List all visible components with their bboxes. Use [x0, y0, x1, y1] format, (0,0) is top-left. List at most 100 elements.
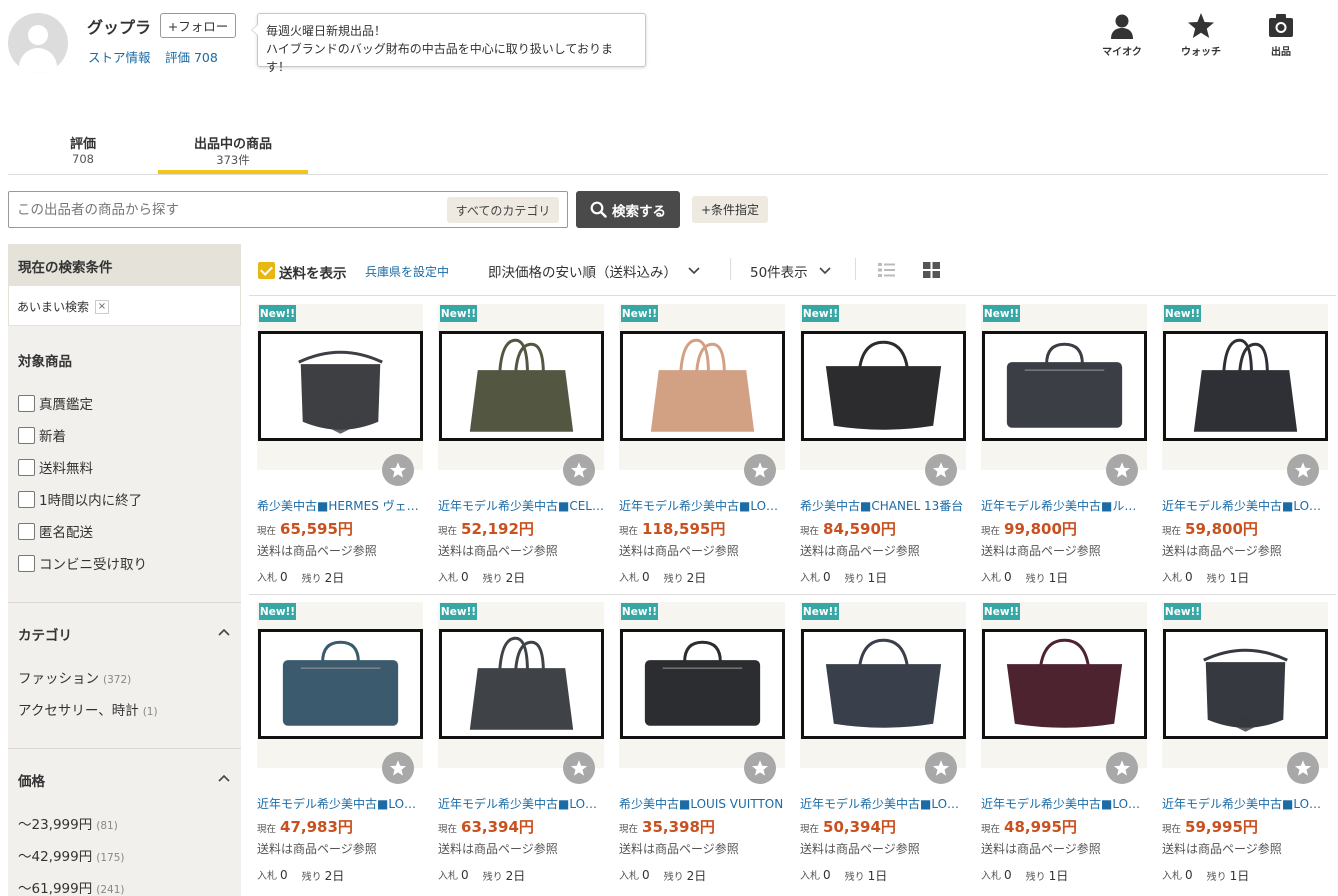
checkbox-box[interactable] — [18, 522, 35, 540]
product-title[interactable]: 近年モデル希少美中古■LOUIS — [438, 795, 604, 812]
watch-star-button[interactable] — [1106, 752, 1138, 784]
watch-star-button[interactable] — [744, 454, 776, 486]
product-card[interactable]: New!! 近年モデル希少美中古■LOUIS 現在 118,595円 送料は商品… — [619, 304, 785, 585]
watch-star-button[interactable] — [563, 454, 595, 486]
product-card[interactable]: New!! 近年モデル希少美中古■ルイヴィトン 現在 99,800円 送料は商品… — [981, 304, 1147, 585]
checkbox-box[interactable] — [18, 554, 35, 572]
product-card[interactable]: New!! 近年モデル希少美中古■CELINE 現在 52,192円 送料は商品… — [438, 304, 604, 585]
prefecture-link[interactable]: 兵庫県を設定中 — [365, 263, 449, 280]
product-image-area[interactable]: New!! — [257, 602, 423, 784]
store-info-link[interactable]: ストア情報 — [88, 47, 151, 66]
checkbox-box[interactable] — [18, 490, 35, 508]
product-title[interactable]: 近年モデル希少美中古■LOUIS — [619, 497, 785, 514]
myauction-nav[interactable]: マイオク — [1092, 12, 1152, 58]
category-link[interactable]: ファッション (372) — [18, 667, 131, 687]
add-condition-button[interactable]: +条件指定 — [692, 196, 768, 223]
search-button[interactable]: 検索する — [576, 191, 680, 228]
filter-checkbox[interactable]: 1時間以内に終了 — [18, 489, 142, 509]
grid-view-icon[interactable] — [923, 262, 940, 278]
product-image-area[interactable]: New!! — [619, 304, 785, 486]
follow-button[interactable]: +フォロー — [160, 13, 236, 38]
filter-checkbox[interactable]: 送料無料 — [18, 457, 93, 477]
checkbox-box[interactable] — [18, 458, 35, 476]
watch-star-button[interactable] — [1287, 752, 1319, 784]
product-card[interactable]: New!! 近年モデル希少美中古■LOUIS 現在 63,394円 送料は商品ペ… — [438, 602, 604, 883]
product-image[interactable] — [439, 629, 604, 739]
product-card[interactable]: New!! 近年モデル希少美中古■LOUIS 現在 47,983円 送料は商品ペ… — [257, 602, 423, 883]
price-link[interactable]: 〜42,999円 (175) — [18, 845, 124, 865]
store-rating-link[interactable]: 評価 708 — [165, 47, 218, 66]
product-image[interactable] — [1163, 331, 1328, 441]
watch-star-button[interactable] — [563, 752, 595, 784]
product-image[interactable] — [439, 331, 604, 441]
product-image[interactable] — [801, 331, 966, 441]
filter-checkbox[interactable]: 真贋鑑定 — [18, 393, 93, 413]
product-image-area[interactable]: New!! — [619, 602, 785, 784]
watch-star-button[interactable] — [925, 752, 957, 784]
watch-star-button[interactable] — [744, 752, 776, 784]
product-image-area[interactable]: New!! — [438, 304, 604, 486]
product-title[interactable]: 近年モデル希少美中古■LOUIS — [257, 795, 423, 812]
product-title[interactable]: 近年モデル希少美中古■LOUIS — [800, 795, 966, 812]
filter-checkbox[interactable]: 新着 — [18, 425, 66, 445]
product-title[interactable]: 近年モデル希少美中古■LOUIS — [981, 795, 1147, 812]
product-title[interactable]: 近年モデル希少美中古■LOUIS — [1162, 497, 1328, 514]
product-image[interactable] — [258, 629, 423, 739]
product-image-area[interactable]: New!! — [1162, 602, 1328, 784]
product-title[interactable]: 希少美中古■CHANEL 13番台 — [800, 497, 966, 514]
checkbox-box[interactable] — [18, 426, 35, 444]
product-card[interactable]: New!! 希少美中古■LOUIS VUITTON 現在 35,398円 送料は… — [619, 602, 785, 883]
show-shipping-label[interactable]: 送料を表示 — [279, 262, 347, 282]
sell-nav[interactable]: 出品 — [1251, 12, 1311, 58]
product-image-area[interactable]: New!! — [800, 602, 966, 784]
watch-nav[interactable]: ウォッチ — [1171, 12, 1231, 58]
watch-star-button[interactable] — [1106, 454, 1138, 486]
tab-rating[interactable]: 評価 708 — [8, 133, 158, 166]
list-view-icon[interactable] — [878, 262, 895, 278]
per-page-select[interactable]: 50件表示 — [750, 261, 832, 281]
product-title[interactable]: 近年モデル希少美中古■ルイヴィトン — [981, 497, 1147, 514]
product-image[interactable] — [982, 331, 1147, 441]
watch-star-button[interactable] — [382, 454, 414, 486]
price-link[interactable]: 〜61,999円 (241) — [18, 877, 124, 896]
product-image[interactable] — [620, 331, 785, 441]
product-image[interactable] — [1163, 629, 1328, 739]
sort-select[interactable]: 即決価格の安い順（送料込み） — [488, 261, 701, 281]
category-select[interactable]: すべてのカテゴリ — [447, 197, 559, 223]
product-image-area[interactable]: New!! — [257, 304, 423, 486]
price-link[interactable]: 〜23,999円 (81) — [18, 813, 118, 833]
product-image[interactable] — [982, 629, 1147, 739]
product-card[interactable]: New!! 近年モデル希少美中古■LOUIS 現在 50,394円 送料は商品ペ… — [800, 602, 966, 883]
product-card[interactable]: New!! 近年モデル希少美中古■LOUIS 現在 48,995円 送料は商品ペ… — [981, 602, 1147, 883]
tab-listings[interactable]: 出品中の商品 373件 — [158, 133, 308, 168]
product-image-area[interactable]: New!! — [981, 602, 1147, 784]
watch-star-button[interactable] — [1287, 454, 1319, 486]
product-image[interactable] — [620, 629, 785, 739]
product-image-area[interactable]: New!! — [800, 304, 966, 486]
watch-star-button[interactable] — [382, 752, 414, 784]
show-shipping-checkbox[interactable] — [258, 262, 275, 279]
filter-checkbox[interactable]: 匿名配送 — [18, 521, 93, 541]
product-image-area[interactable]: New!! — [981, 304, 1147, 486]
remove-condition-icon[interactable]: × — [95, 300, 109, 314]
product-title[interactable]: 近年モデル希少美中古■CELINE — [438, 497, 604, 514]
chevron-up-icon[interactable] — [217, 625, 231, 639]
filter-checkbox[interactable]: コンビニ受け取り — [18, 553, 147, 573]
product-card[interactable]: New!! 近年モデル希少美中古■LOUIS 現在 59,995円 送料は商品ペ… — [1162, 602, 1328, 883]
product-title[interactable]: 希少美中古■LOUIS VUITTON — [619, 795, 785, 812]
chevron-up-icon[interactable] — [217, 771, 231, 785]
watch-star-button[interactable] — [925, 454, 957, 486]
search-input[interactable] — [17, 201, 437, 219]
product-image[interactable] — [258, 331, 423, 441]
store-avatar[interactable] — [8, 13, 68, 73]
category-link[interactable]: アクセサリー、時計 (1) — [18, 699, 158, 719]
checkbox-box[interactable] — [18, 394, 35, 412]
product-title[interactable]: 希少美中古■HERMES ヴェスパ — [257, 497, 423, 514]
product-title[interactable]: 近年モデル希少美中古■LOUIS — [1162, 795, 1328, 812]
product-card[interactable]: New!! 希少美中古■HERMES ヴェスパ 現在 65,595円 送料は商品… — [257, 304, 423, 585]
product-image-area[interactable]: New!! — [438, 602, 604, 784]
product-image[interactable] — [801, 629, 966, 739]
product-image-area[interactable]: New!! — [1162, 304, 1328, 486]
product-card[interactable]: New!! 希少美中古■CHANEL 13番台 現在 84,590円 送料は商品… — [800, 304, 966, 585]
product-card[interactable]: New!! 近年モデル希少美中古■LOUIS 現在 59,800円 送料は商品ペ… — [1162, 304, 1328, 585]
